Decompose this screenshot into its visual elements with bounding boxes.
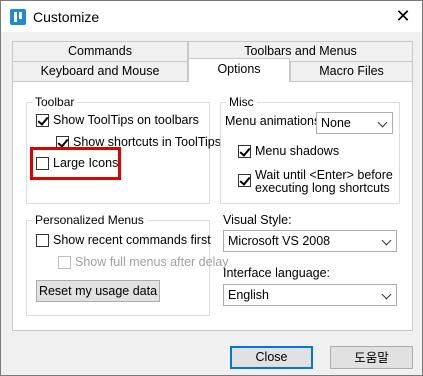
show-tooltips-label: Show ToolTips on toolbars: [53, 113, 199, 127]
close-button[interactable]: Close: [230, 346, 313, 369]
interface-language-label: Interface language:: [223, 266, 331, 280]
visual-style-value: Microsoft VS 2008: [228, 234, 331, 248]
options-panel: Toolbar Show ToolTips on toolbars Show s…: [12, 81, 413, 331]
tab-options[interactable]: Options: [188, 58, 290, 82]
wait-enter-checkbox[interactable]: [238, 174, 251, 187]
personalized-menus-label: Personalized Menus: [32, 213, 147, 227]
wait-enter-label-line1: Wait until <Enter> before: [255, 168, 393, 182]
chevron-down-icon: [377, 117, 388, 128]
tab-macro-files[interactable]: Macro Files: [290, 61, 413, 81]
show-recent-checkbox[interactable]: [36, 234, 49, 247]
tab-commands[interactable]: Commands: [12, 41, 188, 61]
app-icon: [10, 9, 26, 25]
misc-group-label: Misc: [226, 95, 257, 109]
interface-language-value: English: [228, 288, 269, 302]
wait-enter-label-line2: executing long shortcuts: [255, 181, 390, 195]
menu-shadows-label: Menu shadows: [255, 144, 340, 158]
show-full-menus-label: Show full menus after delay: [75, 255, 229, 269]
window-title: Customize: [33, 9, 100, 25]
visual-style-select[interactable]: Microsoft VS 2008: [223, 230, 397, 252]
title-bar: Customize ✕: [1, 1, 422, 32]
menu-animations-select[interactable]: None: [316, 112, 393, 134]
chevron-down-icon: [381, 235, 392, 246]
interface-language-select[interactable]: English: [223, 284, 397, 306]
chevron-down-icon: [381, 289, 392, 300]
show-full-menus-checkbox[interactable]: [58, 256, 71, 269]
close-window-icon[interactable]: ✕: [392, 5, 414, 27]
menu-animations-label: Menu animations:: [225, 114, 324, 128]
show-tooltips-checkbox[interactable]: [36, 114, 49, 127]
reset-usage-button[interactable]: Reset my usage data: [36, 280, 160, 302]
menu-shadows-checkbox[interactable]: [238, 145, 251, 158]
customize-dialog: Customize ✕ Commands Toolbars and Menus …: [0, 0, 423, 376]
large-icons-highlight: [30, 147, 121, 180]
show-recent-label: Show recent commands first: [53, 233, 211, 247]
toolbar-group-label: Toolbar: [32, 95, 78, 109]
visual-style-label: Visual Style:: [223, 213, 292, 227]
tab-keyboard-and-mouse[interactable]: Keyboard and Mouse: [12, 61, 188, 81]
help-button[interactable]: 도움말: [330, 346, 413, 369]
menu-animations-value: None: [321, 116, 351, 130]
